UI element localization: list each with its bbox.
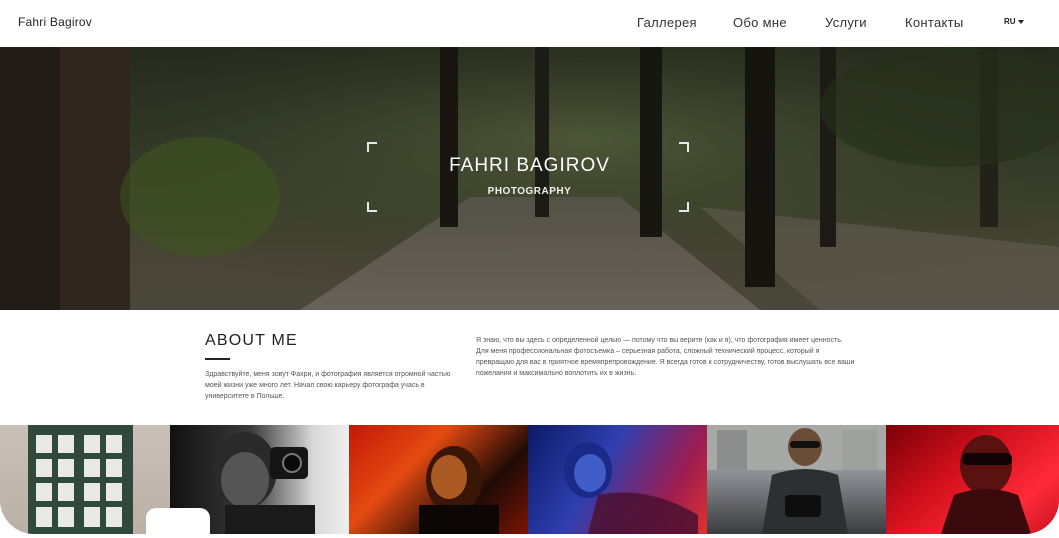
language-selector[interactable]: RU [1004, 17, 1024, 26]
gallery-photo-red-portrait[interactable] [886, 425, 1059, 534]
gallery-photo-blue-neon[interactable] [528, 425, 707, 534]
nav-item-contacts[interactable]: Контакты [905, 15, 964, 30]
chevron-down-icon [1017, 19, 1024, 24]
about-intro-text: Здравствуйте, меня зовут Фахри, и фотогр… [205, 371, 451, 400]
gallery-photo-red-light[interactable] [349, 425, 528, 534]
main-nav: Галлерея Обо мне Услуги Контакты [0, 15, 1059, 35]
gallery-tab-notch [146, 508, 210, 538]
gallery-photo-street[interactable] [707, 425, 886, 534]
about-divider [205, 358, 230, 360]
street-image [707, 425, 886, 534]
language-label: RU [1004, 17, 1016, 26]
frame-corner-bottom-right [679, 202, 689, 212]
frame-corner-top-right [679, 142, 689, 152]
red-portrait-image [941, 435, 1031, 534]
nav-item-gallery[interactable]: Галлерея [637, 15, 697, 30]
blue-neon-image [564, 442, 698, 534]
hero-title: FAHRI BAGIROV [449, 155, 610, 176]
gallery-photo-window[interactable] [0, 425, 170, 534]
hero-background-photo [0, 47, 1059, 310]
about-heading: ABOUT ME [205, 332, 298, 349]
about-description-text: Я знаю, что вы здесь с определенной цель… [476, 337, 855, 377]
frame-corner-bottom-left [367, 202, 377, 212]
frame-corner-top-left [367, 142, 377, 152]
hero-banner: FAHRI BAGIROV PHOTOGRAPHY [0, 47, 1059, 310]
hero-subtitle: PHOTOGRAPHY [487, 186, 572, 197]
red-light-image [419, 446, 499, 534]
nav-item-about[interactable]: Обо мне [733, 15, 787, 30]
nav-item-services[interactable]: Услуги [825, 15, 867, 30]
window-image [28, 425, 133, 534]
site-header: Fahri Bagirov Галлерея Обо мне Услуги Ко… [0, 0, 1059, 47]
